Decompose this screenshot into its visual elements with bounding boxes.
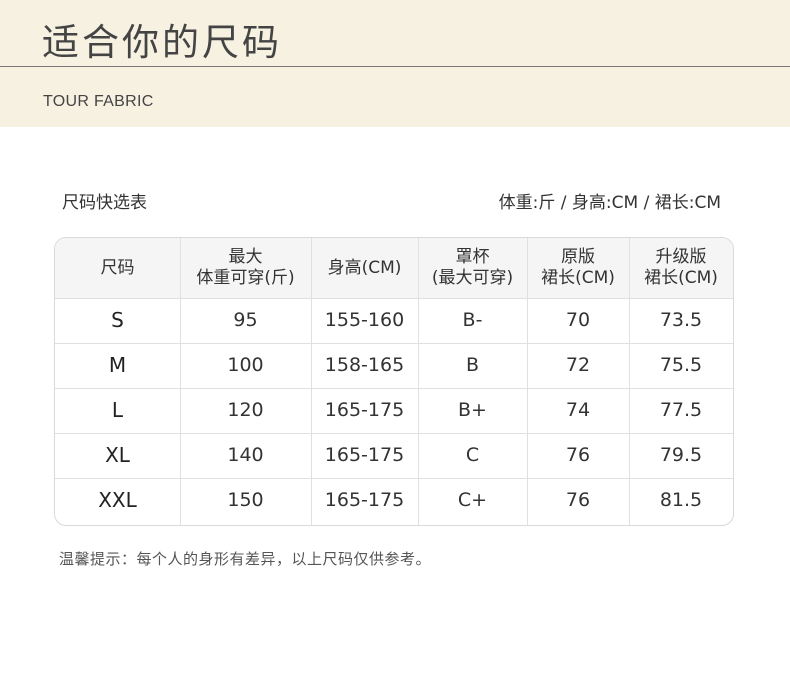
table-cell: 70: [565, 309, 591, 331]
table-cell: 140: [227, 444, 264, 466]
table-cell: B: [465, 354, 480, 376]
row-divider: [55, 343, 733, 344]
table-cell: 155-160: [324, 309, 405, 331]
column-header: 升级版 裙长(CM): [629, 238, 733, 298]
table-cell: 165-175: [324, 489, 405, 511]
page-title: 适合你的尺码: [42, 21, 282, 64]
tip-note: 温馨提示：每个人的身形有差异，以上尺码仅供参考。: [59, 550, 432, 568]
size-label-cell: S: [111, 308, 124, 332]
column-header: 尺码: [55, 238, 180, 298]
table-cell: 165-175: [324, 399, 405, 421]
table-cell: B+: [458, 399, 487, 421]
table-cell: C: [465, 444, 480, 466]
column-header-line: 裙长(CM): [541, 268, 615, 288]
banner-divider: [0, 66, 790, 67]
column-divider: [311, 238, 312, 525]
table-cell: 158-165: [324, 354, 405, 376]
size-label-cell: L: [111, 398, 124, 422]
size-chart-title: 尺码快选表: [62, 193, 147, 213]
table-cell: 76: [565, 444, 591, 466]
column-header-line: (最大可穿): [431, 268, 514, 288]
column-divider: [180, 238, 181, 525]
row-divider: [55, 433, 733, 434]
table-cell: 72: [565, 354, 591, 376]
row-divider: [55, 388, 733, 389]
column-header-line: 尺码: [100, 257, 135, 278]
row-divider: [55, 478, 733, 479]
table-cell: 77.5: [659, 399, 703, 421]
column-divider: [629, 238, 630, 525]
table-cell: 120: [227, 399, 264, 421]
column-header: 最大 体重可穿(斤): [180, 238, 311, 298]
table-cell: 73.5: [659, 309, 703, 331]
column-header-line: 身高(CM): [327, 257, 402, 278]
table-cell: 76: [565, 489, 591, 511]
units-legend: 体重:斤 / 身高:CM / 裙长:CM: [498, 193, 721, 213]
column-header-line: 最大: [228, 247, 263, 267]
table-cell: 150: [227, 489, 264, 511]
size-table: 尺码 最大 体重可穿(斤) 身高(CM) 罩杯 (最大可穿) 原版 裙长(CM) 升级版 裙长(C…: [54, 237, 734, 526]
table-cell: C+: [457, 489, 488, 511]
column-header-line: 升级版: [655, 247, 707, 267]
table-cell: 74: [565, 399, 591, 421]
table-cell: 75.5: [659, 354, 703, 376]
row-divider: [55, 298, 733, 299]
column-header-line: 原版: [561, 247, 595, 267]
column-header-line: 罩杯: [455, 247, 490, 267]
brand-subtitle: TOUR FABRIC: [43, 93, 154, 110]
column-header: 原版 裙长(CM): [527, 238, 629, 298]
table-cell: 81.5: [659, 489, 703, 511]
column-divider: [418, 238, 419, 525]
column-header-line: 体重可穿(斤): [196, 268, 295, 288]
size-label-cell: XL: [105, 443, 130, 467]
table-cell: 79.5: [659, 444, 703, 466]
table-cell: B-: [462, 309, 483, 331]
column-divider: [527, 238, 528, 525]
column-header: 身高(CM): [311, 238, 418, 298]
size-label-cell: M: [108, 353, 127, 377]
column-header-line: 裙长(CM): [644, 268, 718, 288]
header-banner: 适合你的尺码 TOUR FABRIC: [0, 0, 790, 127]
table-cell: 165-175: [324, 444, 405, 466]
size-label-cell: XXL: [98, 488, 137, 512]
column-header: 罩杯 (最大可穿): [418, 238, 527, 298]
table-cell: 100: [227, 354, 264, 376]
table-cell: 95: [233, 309, 258, 331]
